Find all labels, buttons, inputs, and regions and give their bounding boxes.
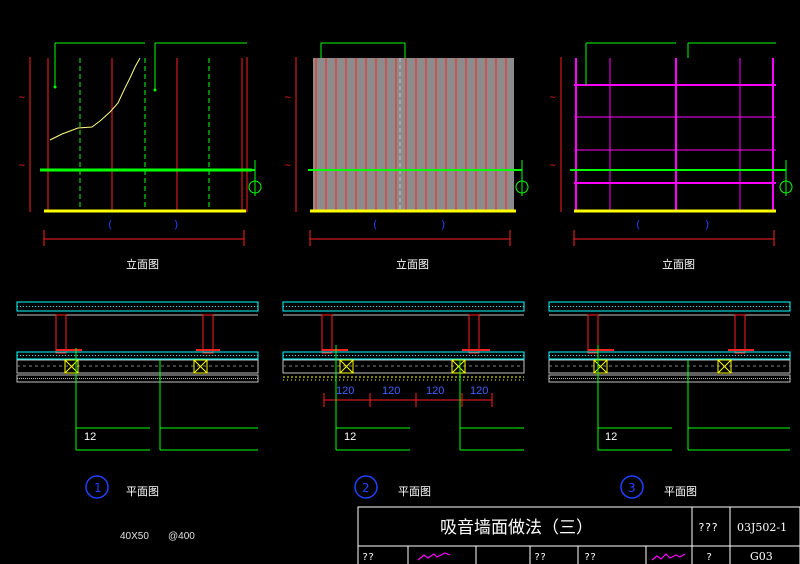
elevation-3: ~ ~ ( ) 立面图 <box>549 42 793 271</box>
dim-120-a: 120 <box>336 385 354 397</box>
elevation-label-2: 立面图 <box>396 257 429 271</box>
stud-spacing-note: @400 <box>168 531 195 542</box>
callout-12-plan-3: 12 <box>605 431 617 443</box>
svg-text:): ) <box>174 218 178 231</box>
svg-text:~: ~ <box>284 93 292 103</box>
page-label-cell: ? <box>706 552 712 563</box>
acoustic-panel-fill <box>313 58 514 211</box>
atlas-number: 03J502-1 <box>737 521 787 534</box>
approver-label: ?? <box>584 552 596 563</box>
callout-12-plan-1: 12 <box>84 431 96 443</box>
svg-text:): ) <box>705 218 709 231</box>
drawing-title: 吸音墙面做法（三） <box>440 518 593 538</box>
title-block: 吸音墙面做法（三） ??? 03J502-1 ?? ?? ?? ? G03 <box>357 506 800 564</box>
svg-text:(: ( <box>636 218 640 231</box>
cad-drawing-canvas: ~ ~ ( ) 立面图 ~ ~ () 立面图 ~ ~ () 立面图 12 1… <box>0 0 800 564</box>
drawing-svg: ~ ~ ( ) 立面图 ~ ~ () 立面图 ~ ~ () 立面图 12 1… <box>16 42 800 564</box>
elevation-2: ~ ~ ( ) 立面图 <box>284 42 529 271</box>
elevation-1: ~ ~ ( ) 立面图 <box>18 42 262 271</box>
elevation-label-1: 立面图 <box>126 257 159 271</box>
plan-1: 12 1 平面图 <box>16 301 259 499</box>
svg-text:(: ( <box>373 218 377 231</box>
svg-text:): ) <box>441 218 445 231</box>
atlas-label-cell: ??? <box>698 521 718 534</box>
svg-text:~: ~ <box>549 93 557 103</box>
svg-text:~: ~ <box>18 93 26 103</box>
dim-120-b: 120 <box>382 385 400 397</box>
plan-label-1: 平面图 <box>126 485 159 498</box>
detail-number-2: 2 <box>362 481 370 495</box>
callout-12-plan-2: 12 <box>344 431 356 443</box>
stud-size-note: 40X50 <box>120 531 149 542</box>
designer-label: ?? <box>362 552 374 563</box>
detail-number-1: 1 <box>94 481 102 495</box>
svg-text:~: ~ <box>549 161 557 171</box>
plan-3: 12 3 平面图 <box>548 301 791 499</box>
svg-text:(: ( <box>108 218 112 231</box>
svg-text:~: ~ <box>284 161 292 171</box>
plan-label-2: 平面图 <box>398 485 431 498</box>
dim-120-c: 120 <box>426 385 444 397</box>
page-number: G03 <box>750 550 773 563</box>
plan-2: 120 120 120 120 12 2 平面图 <box>282 301 525 499</box>
dim-120-d: 120 <box>470 385 488 397</box>
detail-number-3: 3 <box>628 481 636 495</box>
elevation-label-3: 立面图 <box>662 257 695 271</box>
checker-label: ?? <box>534 552 546 563</box>
plan-label-3: 平面图 <box>664 485 697 498</box>
svg-text:~: ~ <box>18 161 26 171</box>
